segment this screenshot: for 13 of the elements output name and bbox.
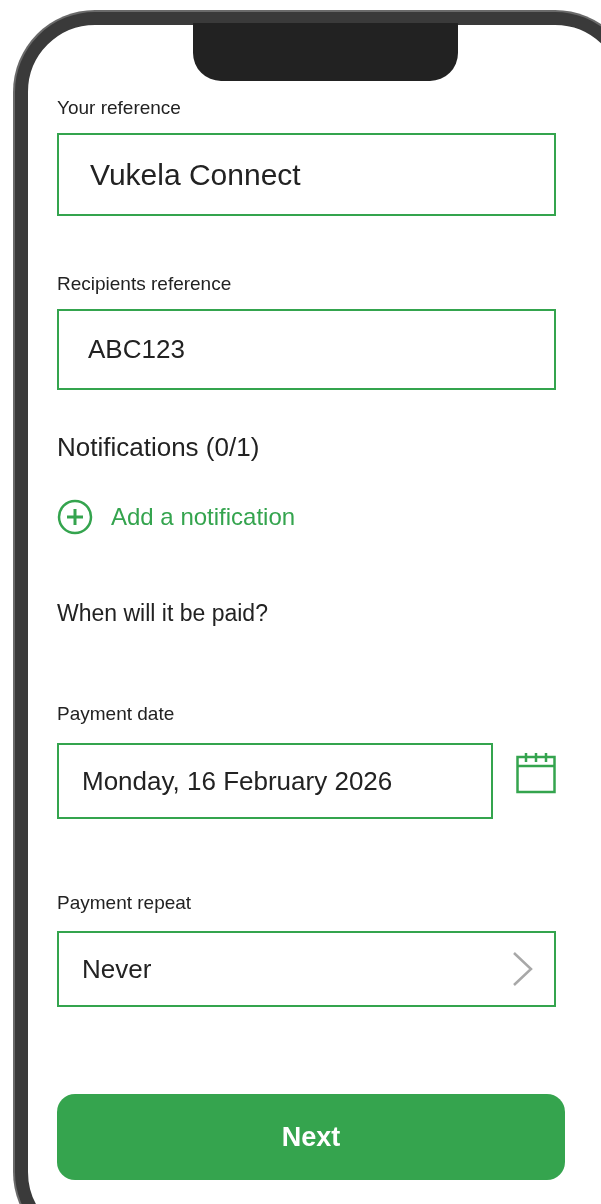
- field-label: Payment date: [57, 703, 175, 725]
- section-heading: Notifications (0/1): [57, 431, 260, 464]
- dropdown-field[interactable]: Never: [57, 931, 556, 1007]
- field-label: Recipients reference: [57, 273, 232, 295]
- field-label: Your reference: [57, 97, 181, 119]
- chevron-right-icon: [512, 951, 534, 987]
- field-label: Payment repeat: [57, 892, 192, 914]
- section-question: When will it be paid?: [57, 599, 268, 628]
- input-field[interactable]: ABC123: [57, 309, 556, 390]
- input-field[interactable]: Vukela Connect: [57, 133, 556, 216]
- add-icon[interactable]: [57, 499, 93, 535]
- date-field[interactable]: Monday, 16 February 2026: [57, 743, 493, 819]
- calendar-icon[interactable]: [516, 752, 556, 794]
